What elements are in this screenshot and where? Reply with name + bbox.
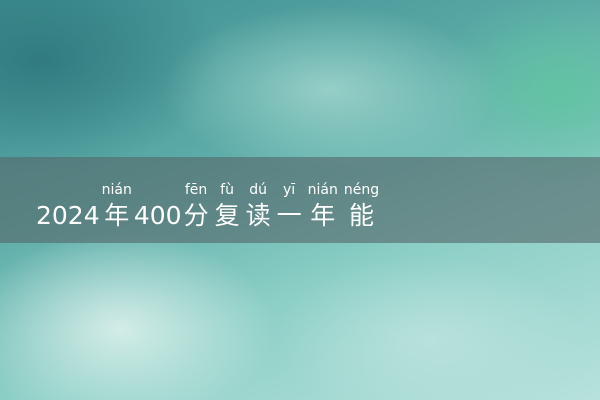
title-segment: nián 年 (102, 181, 132, 233)
title-character: 读 (245, 201, 271, 230)
pinyin-annotation: yī (283, 182, 296, 198)
pinyin-annotation: dú (249, 182, 267, 198)
pinyin-annotation: nián (307, 182, 338, 198)
title-character: 复 (214, 201, 240, 230)
title-character: 年 (104, 201, 130, 230)
title-character: 年 (310, 201, 336, 230)
pinyin-annotation: fēn (184, 182, 208, 198)
title-text: 400 (133, 201, 182, 230)
title-segment: fù 复 (215, 181, 240, 233)
title-segment: néng 能 (344, 181, 379, 233)
title-text: 2024 (36, 201, 100, 230)
pinyin-annotation: nián (101, 182, 132, 198)
pinyin-annotation: néng (343, 182, 380, 198)
title-segment: 400 (134, 181, 182, 233)
page-title: 2024 nián 年 400 fēn 分 fù 复 dú 读 yī 一 niá… (36, 181, 379, 233)
title-segment: fēn 分 (184, 181, 209, 233)
title-character: 能 (348, 201, 374, 230)
title-segment: 2024 (36, 181, 100, 233)
title-character: 一 (276, 201, 302, 230)
title-segment: dú 读 (246, 181, 271, 233)
title-segment: nián 年 (308, 181, 338, 233)
title-segment: yī 一 (277, 181, 302, 233)
title-character: 分 (183, 201, 209, 230)
pinyin-annotation: fù (220, 182, 234, 198)
